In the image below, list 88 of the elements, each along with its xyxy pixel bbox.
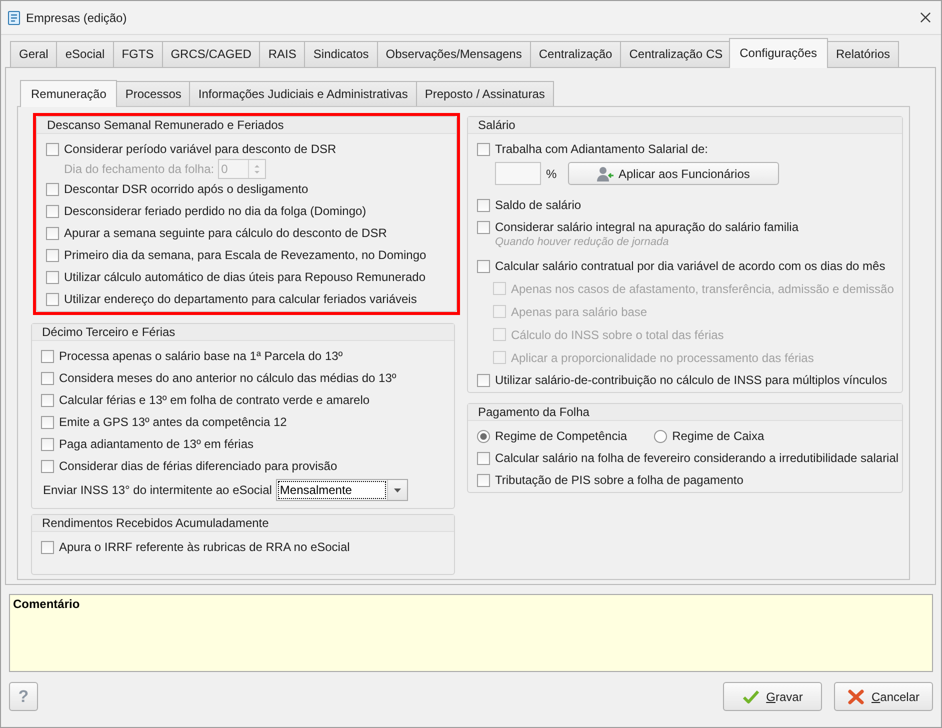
tab[interactable]: Relatórios (827, 41, 900, 67)
checkbox[interactable] (41, 394, 54, 406)
checkbox[interactable] (41, 372, 54, 384)
checkbox-label: Apenas para salário base (511, 304, 648, 318)
checkbox-label: Descontar DSR ocorrido após o desligamento (64, 182, 308, 196)
checkbox[interactable] (477, 374, 490, 386)
checkbox-label: Processa apenas o salário base na 1ª Parcela do 13º (59, 349, 343, 363)
check-icon (742, 688, 760, 704)
checkbox-label: Calcular salário contratual por dia variável de acordo com os dias do mês (495, 259, 886, 273)
tab[interactable]: GRCS/CAGED (162, 41, 260, 67)
checkbox-label: Considerar dias de férias diferenciado para provisão (59, 459, 338, 473)
window-title: Empresas (edição) (26, 10, 127, 24)
checkbox[interactable] (41, 350, 54, 362)
checkbox-label: Apenas nos casos de afastamento, transferência, admissão e demissão (511, 282, 894, 296)
checkbox-label: Primeiro dia da semana, para Escala de Revezamento, no Domingo (64, 248, 426, 262)
dropdown[interactable]: Mensalmente (276, 478, 408, 500)
group-title: Décimo Terceiro e Férias (32, 324, 454, 341)
radio-label: Regime de Caixa (672, 429, 764, 443)
tab[interactable]: Sindicatos (304, 41, 378, 67)
checkbox-label: Tributação de PIS sobre a folha de pagamento (495, 473, 744, 487)
checkbox[interactable] (477, 260, 490, 272)
checkbox[interactable] (46, 182, 59, 196)
field-label: Enviar INSS 13° do intermitente ao eSocial (43, 482, 272, 496)
radio-button[interactable] (477, 430, 490, 442)
tab[interactable]: Preposto / Assinaturas (416, 81, 554, 106)
tab[interactable]: Processos (116, 81, 190, 106)
caret-icon[interactable] (386, 480, 407, 500)
checkbox[interactable] (46, 292, 59, 306)
checkbox[interactable] (41, 438, 54, 450)
checkbox-label: Trabalha com Adiantamento Salarial de: (495, 142, 708, 156)
checkbox[interactable] (477, 474, 490, 486)
hint-text: Quando houver redução de jornada (494, 237, 670, 248)
tab[interactable]: RAIS (259, 41, 306, 67)
checkbox-label: Desconsiderar feriado perdido no dia da folga (Domingo) (64, 204, 366, 218)
tab[interactable]: FGTS (112, 41, 163, 67)
cross-icon (847, 688, 866, 704)
tab[interactable]: eSocial (56, 41, 114, 67)
checkbox-label: Considera meses do ano anterior no cálculo das médias do 13º (59, 371, 396, 385)
checkbox-label: Calcular salário na folha de fevereiro considerando a irredutibilidade salarial (495, 451, 899, 465)
group-title: Descanso Semanal Remunerado e Feriados (37, 117, 456, 134)
radio-label: Regime de Competência (495, 429, 628, 443)
checkbox-label: Apura o IRRF referente às rubricas de RRA no eSocial (59, 540, 350, 554)
checkbox[interactable] (477, 198, 490, 212)
checkbox[interactable] (477, 220, 490, 234)
checkbox[interactable] (46, 226, 59, 240)
group-title: Pagamento da Folha (468, 404, 902, 421)
checkbox[interactable] (46, 142, 59, 156)
unit-label: % (546, 166, 557, 180)
checkbox[interactable] (477, 142, 490, 156)
checkbox-label: Paga adiantamento de 13º em férias (59, 437, 254, 451)
tab[interactable]: Remuneração (20, 80, 118, 107)
tab[interactable]: Centralização CS (620, 41, 732, 67)
close-icon[interactable] (920, 12, 931, 23)
apply-button[interactable]: Aplicar aos Funcionários (568, 162, 779, 185)
checkbox[interactable] (41, 540, 54, 554)
group-title: Salário (468, 117, 902, 134)
percent-field[interactable] (495, 162, 541, 185)
checkbox[interactable] (477, 452, 490, 464)
save-button[interactable]: Gravar (723, 682, 822, 711)
checkbox-label: Utilizar salário-de-contribuição no cálculo de INSS para múltiplos vínculos (495, 373, 888, 387)
tab[interactable]: Configurações (728, 38, 828, 68)
cancel-button[interactable]: Cancelar (834, 682, 933, 711)
radio-button[interactable] (654, 430, 668, 442)
checkbox-label: Emite a GPS 13º antes da competência 12 (59, 415, 287, 429)
checkbox-label: Aplicar a proporcionalidade no processamento das férias (511, 350, 814, 364)
document-icon (6, 10, 22, 26)
checkbox[interactable] (41, 416, 54, 428)
tab[interactable]: Centralização (530, 41, 622, 67)
checkbox-label: Saldo de salário (495, 198, 582, 212)
checkbox-label: Apurar a semana seguinte para cálculo do desconto de DSR (64, 226, 387, 240)
checkbox[interactable] (46, 270, 59, 284)
user-add-icon (596, 166, 614, 182)
group-title: Rendimentos Recebidos Acumuladamente (32, 515, 454, 532)
checkbox[interactable] (46, 204, 59, 218)
checkbox-label: Cálculo do INSS sobre o total das férias (511, 328, 724, 342)
comment-label: Comentário (13, 597, 80, 611)
field-label: Dia do fechamento da folha: (64, 162, 214, 176)
checkbox-label: Calcular férias e 13º em folha de contrato verde e amarelo (59, 393, 370, 407)
checkbox-label: Utilizar cálculo automático de dias úteis para Repouso Remunerado (64, 270, 426, 284)
checkbox-label: Considerar período variável para desconto de DSR (64, 142, 336, 156)
checkbox-label: Utilizar endereço do departamento para calcular feriados variáveis (64, 292, 417, 306)
tab[interactable]: Observações/Mensagens (376, 41, 531, 67)
comment-field[interactable]: Comentário (9, 594, 933, 672)
checkbox[interactable] (46, 248, 59, 262)
tab[interactable]: Informações Judiciais e Administrativas (189, 81, 417, 106)
checkbox-label: Considerar salário integral na apuração do salário familia (495, 220, 798, 234)
checkbox[interactable] (41, 460, 54, 472)
tab[interactable]: Geral (10, 41, 58, 67)
